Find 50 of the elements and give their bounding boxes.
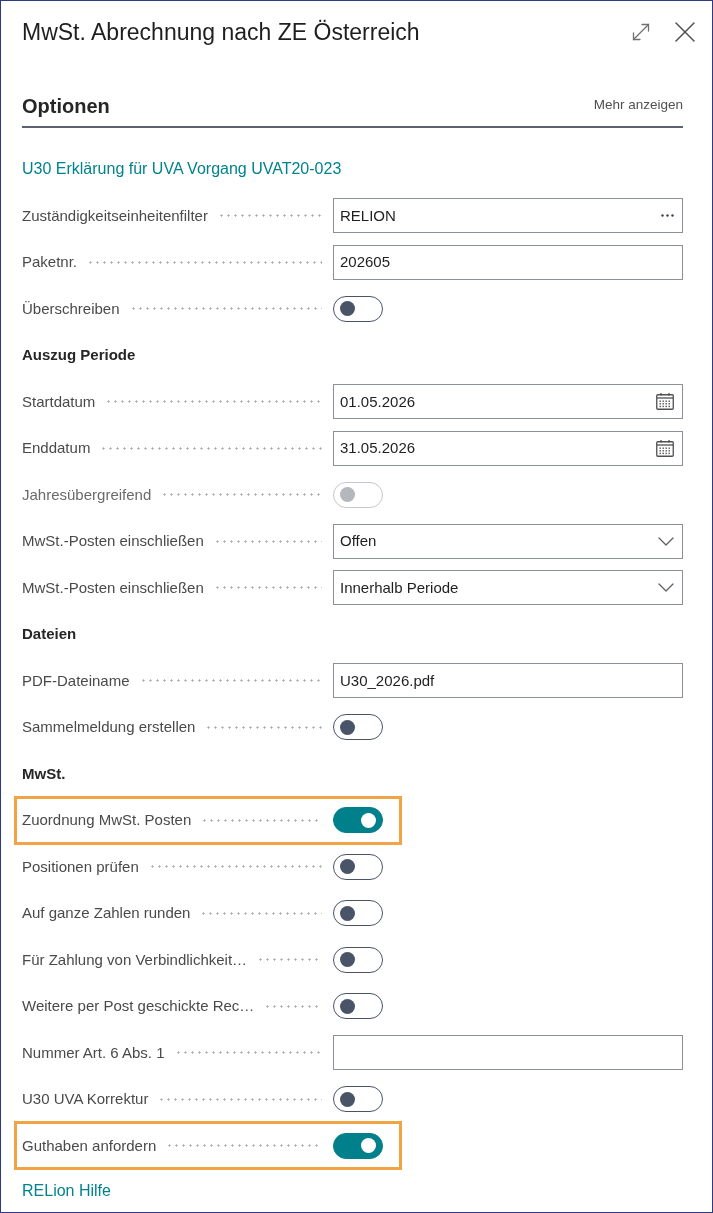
field-label: Startdatum (22, 391, 96, 412)
report-link[interactable]: U30 Erklärung für UVA Vorgang UVAT20-023 (22, 157, 342, 182)
show-more-link[interactable]: Mehr anzeigen (593, 95, 683, 116)
group-heading: Auszug Periode (22, 345, 136, 365)
calendar-icon[interactable] (656, 439, 674, 457)
field-label: Guthaben anfordern (22, 1135, 157, 1156)
field-label: Sammelmeldung erstellen (22, 717, 196, 737)
input-field[interactable] (333, 1035, 683, 1071)
toggle-switch[interactable] (333, 714, 383, 741)
field-label: Enddatum (22, 438, 91, 458)
field-label: Zuordnung MwSt. Posten (22, 810, 192, 830)
date-field[interactable]: 31.05.2026 (333, 430, 683, 466)
close-icon[interactable] (675, 22, 695, 42)
field-label: Zuständigkeitseinheitenfilter (22, 205, 208, 226)
field-label: MwSt.-Posten einschließen (22, 577, 204, 598)
dropdown-field[interactable]: Innerhalb Periode (333, 570, 683, 606)
more-options-icon[interactable] (661, 214, 674, 218)
field-label: PDF-Dateiname (22, 670, 130, 691)
toggle-switch[interactable] (333, 993, 383, 1020)
field-label: Weitere per Post geschickte Rec… (22, 996, 255, 1016)
field-label: Positionen prüfen (22, 856, 139, 877)
help-link[interactable]: RELion Hilfe (22, 1178, 111, 1203)
field-label: MwSt.-Posten einschließen (22, 531, 204, 551)
group-heading: MwSt. (22, 763, 66, 784)
group-heading: Dateien (22, 624, 77, 644)
field-label: Jahresübergreifend (22, 484, 152, 505)
lookup-field[interactable]: RELION (333, 198, 683, 234)
field-label: U30 UVA Korrektur (22, 1089, 149, 1109)
field-label: Paketnr. (22, 252, 78, 272)
toggle-switch[interactable] (333, 946, 383, 973)
toggle-switch[interactable] (333, 1086, 383, 1113)
chevron-down-icon[interactable] (658, 583, 674, 593)
toggle-switch[interactable] (333, 900, 383, 927)
input-field[interactable]: 202605 (333, 244, 683, 280)
dropdown-field[interactable]: Offen (333, 523, 683, 559)
calendar-icon[interactable] (656, 393, 674, 411)
toggle-switch[interactable] (333, 1132, 383, 1159)
chevron-down-icon[interactable] (658, 536, 674, 546)
section-title: Optionen (22, 93, 110, 119)
window-title: MwSt. Abrechnung nach ZE Österreich (22, 17, 420, 47)
field-label: Für Zahlung von Verbindlichkeit… (22, 949, 248, 970)
date-field[interactable]: 01.05.2026 (333, 384, 683, 420)
field-label: Nummer Art. 6 Abs. 1 (22, 1042, 165, 1063)
toggle-switch[interactable] (333, 295, 383, 322)
field-label: Überschreiben (22, 298, 120, 319)
toggle-switch[interactable] (333, 853, 383, 880)
field-label: Auf ganze Zahlen runden (22, 903, 191, 923)
expand-icon[interactable] (632, 23, 650, 41)
input-field[interactable]: U30_2026.pdf (333, 663, 683, 699)
toggle-switch[interactable] (333, 807, 383, 834)
